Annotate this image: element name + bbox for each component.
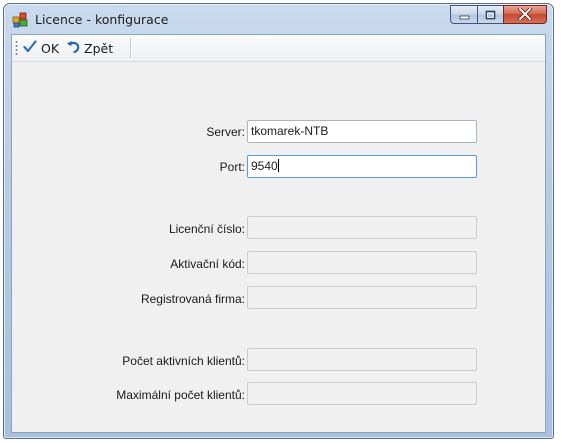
port-label: Port: [219,160,245,174]
checkmark-icon [23,40,41,56]
toolbar-separator [130,38,131,58]
toolbar: OK Zpět [12,35,545,62]
port-input-value: 9540 [251,159,278,173]
maximize-icon [485,5,496,24]
close-button[interactable] [503,5,547,24]
title-bar[interactable]: Licence - konfigurace [4,4,553,34]
close-icon [517,5,533,24]
undo-arrow-icon [66,40,84,56]
dialog-window: Licence - konfigurace OK Zpět Server: tk… [3,3,554,439]
back-button-label: Zpět [84,40,114,56]
dialog-body: OK Zpět Server: tkomarek-NTB Port: 9540 … [11,34,546,433]
activation-code-field [247,251,477,274]
license-config-icon [12,11,29,28]
window-title: Licence - konfigurace [35,12,169,27]
server-label: Server: [206,125,245,139]
port-input[interactable]: 9540 [247,155,477,178]
back-button[interactable]: Zpět [66,38,113,58]
active-clients-label: Počet aktivních klientů: [122,354,245,368]
registered-company-field [247,286,477,309]
caption-buttons [450,5,547,25]
license-number-label: Licenční číslo: [168,222,245,236]
server-input-value: tkomarek-NTB [251,124,329,138]
text-caret [277,159,279,172]
toolbar-grip[interactable] [15,40,18,57]
minimize-icon [459,5,470,24]
minimize-button[interactable] [450,5,477,24]
active-clients-field [247,348,477,371]
server-input[interactable]: tkomarek-NTB [247,120,477,143]
license-number-field [247,216,477,239]
ok-button-label: OK [41,40,60,56]
registered-company-label: Registrovaná firma: [140,292,245,306]
ok-button[interactable]: OK [23,38,59,58]
activation-code-label: Aktivační kód: [170,257,245,271]
max-clients-label: Maximální počet klientů: [116,388,245,402]
maximize-button[interactable] [477,5,503,24]
max-clients-field [247,382,477,405]
